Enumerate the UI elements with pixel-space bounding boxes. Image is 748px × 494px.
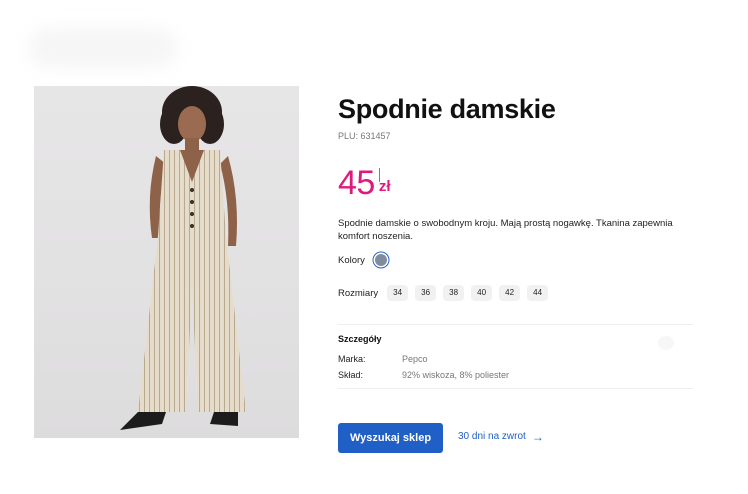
colors-label: Kolory: [338, 254, 365, 266]
returns-link-label: 30 dni na zwrot: [458, 431, 526, 442]
product-description: Spodnie damskie o swobodnym kroju. Mają …: [338, 218, 673, 242]
product-image[interactable]: [34, 86, 299, 438]
product-plu: PLU: 631457: [338, 131, 391, 141]
product-page: Spodnie damskie PLU: 631457 45 zł Spodni…: [0, 0, 748, 494]
sizes-label: Rozmiary: [338, 287, 379, 299]
header-placeholder: [28, 28, 178, 68]
price-currency: zł: [378, 178, 391, 195]
size-option[interactable]: 34: [387, 285, 409, 301]
arrow-right-icon: →: [531, 429, 544, 444]
divider: [338, 388, 693, 389]
price-amount: 45: [338, 164, 375, 202]
size-option[interactable]: 40: [471, 285, 493, 301]
size-option[interactable]: 36: [415, 285, 437, 301]
details-title: Szczegóły: [338, 334, 382, 344]
detail-row-composition: Skład: 92% wiskoza, 8% poliester: [338, 370, 509, 380]
size-selector: Rozmiary 34 36 38 40 42 44: [338, 285, 555, 301]
product-price: 45 zł: [338, 166, 391, 200]
detail-value: 92% wiskoza, 8% poliester: [402, 370, 510, 380]
product-title: Spodnie damskie: [338, 94, 556, 124]
detail-value: Pepco: [402, 354, 428, 364]
size-option[interactable]: 44: [527, 285, 549, 301]
detail-key: Skład:: [338, 370, 364, 380]
detail-key: Marka:: [338, 354, 366, 364]
divider: [338, 324, 693, 325]
detail-row-brand: Marka: Pepco: [338, 354, 428, 364]
color-selector: Kolory: [338, 254, 387, 266]
returns-link[interactable]: 30 dni na zwrot →: [458, 429, 544, 444]
price-separator: [378, 168, 380, 182]
size-option[interactable]: 38: [443, 285, 465, 301]
details-decoration: [658, 336, 674, 350]
model-illustration: [120, 86, 246, 430]
size-option[interactable]: 42: [499, 285, 521, 301]
search-store-button[interactable]: Wyszukaj sklep: [338, 423, 443, 453]
color-swatch[interactable]: [374, 254, 387, 266]
